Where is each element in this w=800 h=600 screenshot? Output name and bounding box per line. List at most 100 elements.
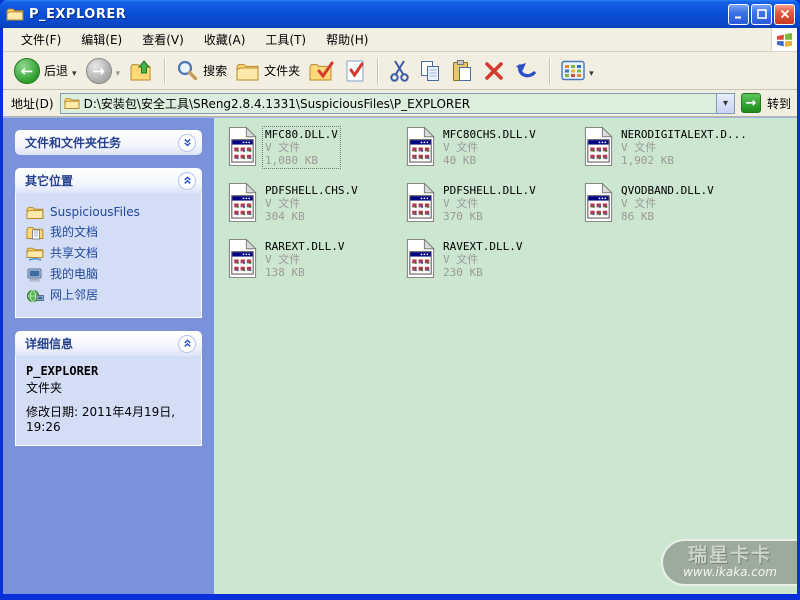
go-button[interactable]: → <box>740 93 761 113</box>
address-path: D:\安装包\安全工具\SReng2.8.4.1331\SuspiciousFi… <box>83 96 471 111</box>
file-type: V 文件 <box>265 141 301 154</box>
paste-icon <box>453 59 472 81</box>
toolbar-separator <box>164 57 166 84</box>
file-item[interactable]: MFC80CHS.DLL.V V 文件 40 KB <box>404 126 582 182</box>
details-modified-date: 修改日期: 2011年4月19日, 19:26 <box>26 405 195 435</box>
rising-kaka-watermark: 瑞星卡卡 www.ikaka.com <box>661 539 797 586</box>
file-list[interactable]: MFC80.DLL.V V 文件 1,080 KB MFC80CHS.DLL.V… <box>214 118 797 594</box>
undo-icon <box>516 62 536 77</box>
file-type: V 文件 <box>443 197 479 210</box>
file-name: MFC80.DLL.V <box>265 128 338 141</box>
file-type: V 文件 <box>621 141 657 154</box>
folders-label: 文件夹 <box>264 64 301 78</box>
windows-logo <box>771 28 797 51</box>
chevron-up-icon[interactable] <box>178 171 196 190</box>
forward-button[interactable]: → <box>83 56 124 86</box>
file-type: V 文件 <box>265 197 301 210</box>
address-label: 地址(D) <box>11 96 54 111</box>
copy-button[interactable] <box>416 57 445 85</box>
other-places-list: SuspiciousFiles 我的文档 共享文档 我的电脑 网上邻居 <box>15 193 202 318</box>
toolbar-separator <box>377 57 379 84</box>
v-file-icon <box>406 182 435 222</box>
menu-item-5[interactable]: 帮助(H) <box>316 28 378 51</box>
file-name: MFC80CHS.DLL.V <box>443 128 536 141</box>
network-places-icon <box>26 288 44 302</box>
search-label: 搜索 <box>203 64 228 78</box>
close-button[interactable] <box>774 3 795 25</box>
cut-icon <box>390 59 409 82</box>
file-name: PDFSHELL.CHS.V <box>265 184 358 197</box>
main-area: 文件和文件夹任务 其它位置 SuspiciousFiles 我的文档 共享文档 … <box>3 117 797 594</box>
menu-item-2[interactable]: 查看(V) <box>132 28 194 51</box>
sidebar-item-0[interactable]: SuspiciousFiles <box>26 205 195 219</box>
back-icon: ← <box>14 57 40 84</box>
v-file-icon <box>584 126 613 166</box>
file-type: V 文件 <box>443 141 479 154</box>
delete-button[interactable] <box>480 58 508 84</box>
file-item[interactable]: RAREXT.DLL.V V 文件 138 KB <box>226 238 404 294</box>
v-file-icon <box>406 238 435 278</box>
minimize-button[interactable] <box>728 3 749 25</box>
sidebar-item-2[interactable]: 共享文档 <box>26 244 195 261</box>
panel-title: 其它位置 <box>25 174 74 188</box>
details-modified-line1: 修改日期: 2011年4月19日, <box>26 405 176 419</box>
back-button[interactable]: ← 后退 <box>11 56 80 86</box>
watermark-brand: 瑞星卡卡 <box>687 544 772 566</box>
folders-icon <box>236 63 259 80</box>
file-item[interactable]: NERODIGITALEXT.D... V 文件 1,902 KB <box>582 126 760 182</box>
menu-bar: 文件(F) 编辑(E) 查看(V) 收藏(A) 工具(T) 帮助(H) <box>3 28 797 52</box>
shared-documents-icon <box>26 246 44 261</box>
file-type: V 文件 <box>443 253 479 266</box>
forward-dropdown-icon[interactable] <box>116 61 121 80</box>
search-button[interactable]: 搜索 <box>173 57 230 84</box>
menu-item-3[interactable]: 收藏(A) <box>194 28 256 51</box>
v-file-icon <box>228 238 257 278</box>
menu-item-0[interactable]: 文件(F) <box>11 28 71 51</box>
file-item[interactable]: PDFSHELL.DLL.V V 文件 370 KB <box>404 182 582 238</box>
task-sidebar: 文件和文件夹任务 其它位置 SuspiciousFiles 我的文档 共享文档 … <box>3 118 214 594</box>
file-item[interactable]: RAVEXT.DLL.V V 文件 230 KB <box>404 238 582 294</box>
file-name: RAVEXT.DLL.V <box>443 240 523 253</box>
sidebar-item-label: 我的文档 <box>50 225 99 239</box>
views-button[interactable] <box>558 58 597 83</box>
paste-button[interactable] <box>448 57 477 85</box>
details-modified-line2: 19:26 <box>26 420 61 434</box>
folders-button[interactable]: 文件夹 <box>233 59 303 83</box>
file-type: V 文件 <box>621 197 657 210</box>
kaka-folder-scan-button[interactable] <box>306 58 338 84</box>
v-file-icon <box>406 126 435 166</box>
kaka-file-scan-button[interactable] <box>341 57 369 85</box>
panel-details-header[interactable]: 详细信息 <box>15 331 202 356</box>
delete-icon <box>485 61 503 80</box>
file-name: NERODIGITALEXT.D... <box>621 128 747 141</box>
chevron-up-icon[interactable] <box>178 334 196 353</box>
folder-check-icon <box>309 61 334 80</box>
titlebar[interactable]: P_EXPLORER <box>0 0 800 28</box>
menu-item-4[interactable]: 工具(T) <box>255 28 316 51</box>
panel-file-tasks: 文件和文件夹任务 <box>15 130 202 155</box>
menu-item-1[interactable]: 编辑(E) <box>71 28 132 51</box>
panel-other-places-header[interactable]: 其它位置 <box>15 168 202 193</box>
address-dropdown-button[interactable] <box>715 93 734 113</box>
sidebar-item-label: 共享文档 <box>50 246 99 260</box>
file-size: 304 KB <box>265 210 305 223</box>
back-dropdown-icon[interactable] <box>72 61 77 80</box>
file-size: 86 KB <box>621 210 655 223</box>
chevron-down-icon[interactable] <box>178 133 196 152</box>
panel-file-tasks-header[interactable]: 文件和文件夹任务 <box>15 130 202 155</box>
undo-button[interactable] <box>511 57 541 85</box>
address-input[interactable]: D:\安装包\安全工具\SReng2.8.4.1331\SuspiciousFi… <box>59 92 735 114</box>
sidebar-item-3[interactable]: 我的电脑 <box>26 265 195 282</box>
file-size: 1,902 KB <box>621 154 674 167</box>
my-computer-icon <box>26 267 44 281</box>
file-item[interactable]: QVODBAND.DLL.V V 文件 86 KB <box>582 182 760 238</box>
maximize-button[interactable] <box>751 3 772 25</box>
sidebar-item-1[interactable]: 我的文档 <box>26 223 195 240</box>
views-dropdown-icon[interactable] <box>589 61 594 80</box>
sidebar-item-4[interactable]: 网上邻居 <box>26 286 195 303</box>
file-size: 40 KB <box>443 154 477 167</box>
up-button[interactable] <box>126 57 156 85</box>
file-item[interactable]: MFC80.DLL.V V 文件 1,080 KB <box>226 126 404 182</box>
cut-button[interactable] <box>386 57 413 85</box>
file-item[interactable]: PDFSHELL.CHS.V V 文件 304 KB <box>226 182 404 238</box>
